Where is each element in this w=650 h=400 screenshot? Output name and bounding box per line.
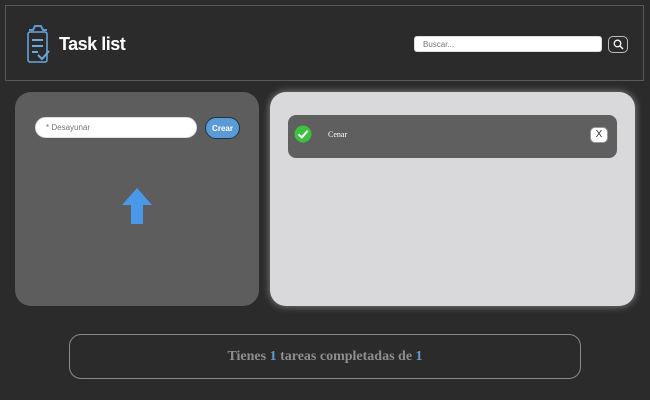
search-icon [613, 39, 624, 50]
create-task-panel: Crear [15, 92, 259, 306]
app-title: Task list [59, 34, 126, 54]
clipboard-list-icon [24, 24, 52, 68]
search-input[interactable] [414, 36, 602, 52]
arrow-up-icon [121, 187, 153, 225]
task-label: Cenar [328, 130, 348, 139]
counter-middle: tareas completadas de [280, 348, 413, 364]
task-item: Cenar X [288, 115, 617, 158]
task-list-panel: Cenar X [270, 92, 635, 306]
new-task-input[interactable] [35, 117, 197, 138]
total-count: 1 [415, 348, 423, 364]
search-button[interactable] [608, 36, 628, 53]
delete-task-button[interactable]: X [590, 127, 608, 143]
completed-counter: Tienes 1 tareas completadas de 1 [69, 334, 581, 379]
completed-count: 1 [269, 348, 277, 364]
header: Task list [5, 5, 644, 81]
check-circle-icon[interactable] [294, 125, 312, 143]
counter-prefix: Tienes [227, 348, 267, 364]
create-button[interactable]: Crear [205, 117, 240, 139]
